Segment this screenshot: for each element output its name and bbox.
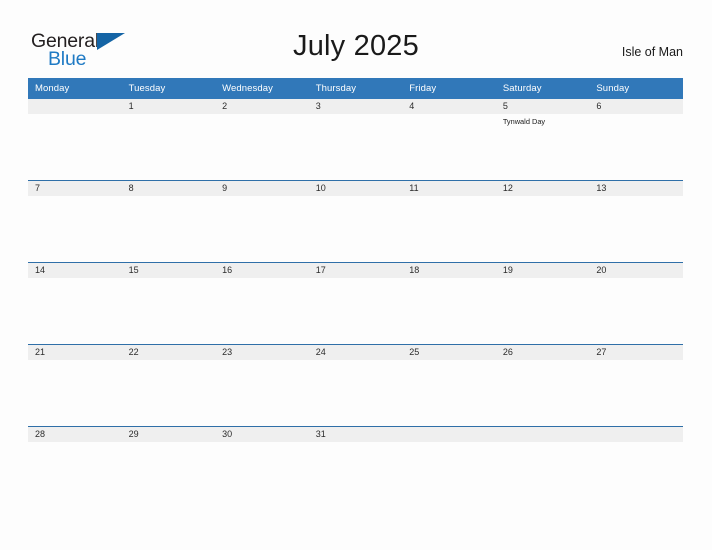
calendar-day-cell[interactable]: 28 <box>28 426 122 508</box>
day-number: 27 <box>589 345 683 360</box>
calendar-empty-cell <box>402 426 496 508</box>
calendar-day-cell[interactable]: 25 <box>402 344 496 427</box>
calendar-empty-cell <box>495 426 590 508</box>
calendar-day-cell[interactable]: 4 <box>402 99 496 181</box>
holiday-label: Tynwald Day <box>502 117 546 126</box>
calendar-day-cell[interactable]: 2 <box>215 99 309 181</box>
day-number: 16 <box>215 263 309 278</box>
day-number: 7 <box>28 181 122 196</box>
weekday-header-saturday: Saturday <box>495 78 590 99</box>
calendar-day-cell[interactable]: 31 <box>308 426 403 508</box>
calendar-week-row: 7 8 9 10 11 12 13 <box>28 180 683 263</box>
weekday-header-sunday: Sunday <box>589 78 683 99</box>
day-number: 15 <box>121 263 216 278</box>
calendar-day-cell[interactable]: 23 <box>215 344 309 427</box>
calendar-day-cell[interactable]: 17 <box>308 262 403 345</box>
day-number: 4 <box>402 99 496 114</box>
page-header: General Blue July 2025 Isle of Man <box>0 0 712 76</box>
calendar-day-cell[interactable]: 16 <box>215 262 309 345</box>
calendar-day-cell[interactable]: 18 <box>402 262 496 345</box>
day-number: 23 <box>215 345 309 360</box>
calendar-day-cell[interactable]: 14 <box>28 262 122 345</box>
calendar-week-row: 1 2 3 4 5 Tynwald Day 6 <box>28 99 683 181</box>
day-number: 11 <box>402 181 496 196</box>
calendar-day-cell[interactable]: 27 <box>589 344 683 427</box>
calendar-body: 1 2 3 4 5 Tynwald Day 6 7 8 9 10 11 12 13 14 15 16 17 18 19… <box>28 99 683 508</box>
day-number: 22 <box>121 345 216 360</box>
day-number: 14 <box>28 263 122 278</box>
calendar-day-cell[interactable]: 29 <box>121 426 216 508</box>
calendar-day-cell[interactable]: 7 <box>28 180 122 263</box>
calendar-day-cell[interactable]: 30 <box>215 426 309 508</box>
locale-label: Isle of Man <box>621 45 683 59</box>
day-number: 3 <box>308 99 403 114</box>
day-number: 13 <box>589 181 683 196</box>
day-number: 20 <box>589 263 683 278</box>
day-number: 1 <box>121 99 216 114</box>
page-title: July 2025 <box>293 30 419 62</box>
calendar-day-cell[interactable]: 15 <box>121 262 216 345</box>
day-events: Tynwald Day <box>496 114 590 127</box>
weekday-header-wednesday: Wednesday <box>215 78 309 99</box>
day-number <box>495 427 590 442</box>
calendar-day-cell[interactable]: 26 <box>495 344 590 427</box>
weekday-header-monday: Monday <box>28 78 122 99</box>
day-number: 29 <box>121 427 216 442</box>
calendar-day-cell[interactable]: 11 <box>402 180 496 263</box>
calendar-day-cell[interactable]: 13 <box>589 180 683 263</box>
calendar-week-row: 14 15 16 17 18 19 20 <box>28 262 683 345</box>
calendar-day-cell[interactable]: 10 <box>308 180 403 263</box>
calendar-week-row: 21 22 23 24 25 26 27 <box>28 344 683 427</box>
weekday-header-row: Monday Tuesday Wednesday Thursday Friday… <box>28 78 683 99</box>
day-number <box>402 427 496 442</box>
day-number: 26 <box>495 345 590 360</box>
calendar-empty-cell <box>589 426 683 508</box>
day-number <box>28 99 122 114</box>
calendar-table: Monday Tuesday Wednesday Thursday Friday… <box>28 78 683 508</box>
day-number: 24 <box>308 345 403 360</box>
day-number: 6 <box>589 99 683 114</box>
day-number: 8 <box>121 181 216 196</box>
day-number <box>589 427 683 442</box>
day-number: 10 <box>308 181 403 196</box>
calendar-day-cell[interactable]: 9 <box>215 180 309 263</box>
weekday-header-friday: Friday <box>402 78 496 99</box>
calendar-day-cell[interactable]: 8 <box>121 180 216 263</box>
day-number: 17 <box>308 263 403 278</box>
day-number: 28 <box>28 427 122 442</box>
calendar-week-row: 28 29 30 31 <box>28 426 683 508</box>
day-number: 31 <box>308 427 403 442</box>
calendar-day-cell[interactable]: 5 Tynwald Day <box>495 99 590 181</box>
day-number: 25 <box>402 345 496 360</box>
day-number: 18 <box>402 263 496 278</box>
calendar-day-cell[interactable]: 1 <box>121 99 216 181</box>
calendar-day-cell[interactable]: 12 <box>495 180 590 263</box>
calendar-page: General Blue July 2025 Isle of Man Monda… <box>0 0 712 550</box>
calendar-empty-cell <box>28 99 122 181</box>
day-number: 21 <box>28 345 122 360</box>
day-number: 19 <box>495 263 590 278</box>
day-number: 12 <box>495 181 590 196</box>
day-number: 30 <box>215 427 309 442</box>
weekday-header-thursday: Thursday <box>308 78 403 99</box>
day-number: 5 <box>495 99 590 114</box>
calendar-day-cell[interactable]: 19 <box>495 262 590 345</box>
calendar-day-cell[interactable]: 24 <box>308 344 403 427</box>
calendar-day-cell[interactable]: 21 <box>28 344 122 427</box>
calendar-day-cell[interactable]: 20 <box>589 262 683 345</box>
day-number: 9 <box>215 181 309 196</box>
calendar-day-cell[interactable]: 22 <box>121 344 216 427</box>
weekday-header-tuesday: Tuesday <box>121 78 216 99</box>
calendar-day-cell[interactable]: 6 <box>589 99 683 181</box>
calendar-header-row: Monday Tuesday Wednesday Thursday Friday… <box>28 78 683 99</box>
calendar-day-cell[interactable]: 3 <box>308 99 403 181</box>
day-number: 2 <box>215 99 309 114</box>
